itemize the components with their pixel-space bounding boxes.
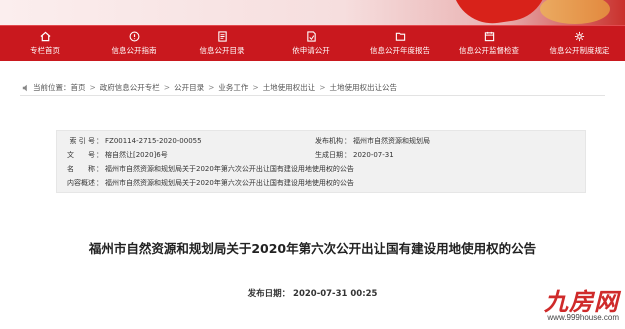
main-nav: 专栏首页 信息公开指南 信息公开目录 依申请公开 信息公开年度报告 信息公开监督… xyxy=(0,25,625,61)
nav-item-apply[interactable]: 依申请公开 xyxy=(266,26,356,61)
guide-icon xyxy=(129,31,139,42)
nav-item-regulation[interactable]: 信息公开制度规定 xyxy=(534,26,625,61)
nav-item-label: 信息公开监督检查 xyxy=(459,46,519,55)
article-title: 福州市自然资源和规划局关于2020年第六次公开出让国有建设用地使用权的公告 xyxy=(88,241,537,256)
publish-date-label: 发布日期： xyxy=(247,289,291,299)
watermark-url: www.999house.com xyxy=(547,313,619,322)
breadcrumb-separator: > xyxy=(163,83,171,92)
summary-label: 内容概述 xyxy=(67,178,95,187)
nav-item-label: 信息公开指南 xyxy=(111,46,157,55)
doc-value: 榕自然让[2020]6号 xyxy=(105,150,168,159)
info-row-doc-number: 文 号： 榕自然让[2020]6号 xyxy=(61,149,168,160)
info-row-org: 发布机构： 福州市自然资源和规划局 xyxy=(315,136,430,145)
breadcrumb-item-home[interactable]: 首页 xyxy=(71,82,86,93)
nav-item-catalog[interactable]: 信息公开目录 xyxy=(178,26,266,61)
nav-item-inspection[interactable]: 信息公开监督检查 xyxy=(444,26,534,61)
info-row-name: 名 称： 福州市自然资源和规划局关于2020年第六次公开出让国有建设用地使用权的… xyxy=(61,163,354,174)
name-value: 福州市自然资源和规划局关于2020年第六次公开出让国有建设用地使用权的公告 xyxy=(105,164,354,173)
watermark-logo: 九房网 xyxy=(544,287,619,316)
org-value: 福州市自然资源和规划局 xyxy=(353,136,430,145)
apply-icon xyxy=(306,31,316,42)
name-label: 名 称 xyxy=(67,164,95,173)
catalog-icon xyxy=(217,31,227,42)
speaker-icon xyxy=(22,84,27,91)
doc-info-box: 索 引 号： FZ00114-2715-2020-00055 发布机构： 福州市… xyxy=(56,130,586,193)
banner-glow-decoration xyxy=(540,0,610,24)
info-row-index: 索 引 号： FZ00114-2715-2020-00055 xyxy=(61,135,202,146)
nav-item-label: 依申请公开 xyxy=(292,46,330,55)
nav-item-label: 专栏首页 xyxy=(30,46,60,55)
breadcrumb-item-land-transfer[interactable]: 土地使用权出让 xyxy=(263,82,316,93)
nav-item-home[interactable]: 专栏首页 xyxy=(0,26,90,61)
summary-value: 福州市自然资源和规划局关于2020年第六次公开出让国有建设用地使用权的公告 xyxy=(105,178,354,187)
breadcrumb-separator: > xyxy=(89,83,96,92)
date-label: 生成日期 xyxy=(315,150,343,159)
nav-item-report[interactable]: 信息公开年度报告 xyxy=(356,26,444,61)
inspection-icon xyxy=(484,31,494,42)
nav-item-label: 信息公开目录 xyxy=(199,46,245,55)
nav-item-label: 信息公开制度规定 xyxy=(549,46,610,55)
breadcrumb-separator: > xyxy=(208,83,215,92)
nav-item-label: 信息公开年度报告 xyxy=(370,46,430,55)
date-value: 2020-07-31 xyxy=(353,150,394,159)
breadcrumb-item-catalog[interactable]: 公开目录 xyxy=(174,82,204,93)
watermark: 九房网 www.999house.com xyxy=(518,282,625,329)
breadcrumb-item-gov-info[interactable]: 政府信息公开专栏 xyxy=(100,82,160,93)
org-label: 发布机构 xyxy=(315,136,343,145)
breadcrumb-divider xyxy=(20,95,605,96)
index-label: 索 引 号 xyxy=(69,136,95,145)
breadcrumb-prefix: 当前位置： xyxy=(33,83,71,92)
breadcrumb-item-land-notice[interactable]: 土地使用权出让公告 xyxy=(329,82,397,93)
top-banner xyxy=(0,0,625,25)
doc-label: 文 号 xyxy=(67,150,95,159)
nav-item-guide[interactable]: 信息公开指南 xyxy=(90,26,178,61)
breadcrumb-separator: > xyxy=(252,83,259,92)
breadcrumb-item-business[interactable]: 业务工作 xyxy=(218,82,248,93)
publish-date-value: 2020-07-31 00:25 xyxy=(293,289,378,299)
info-row-summary: 内容概述： 福州市自然资源和规划局关于2020年第六次公开出让国有建设用地使用权… xyxy=(61,177,354,188)
flag-decoration xyxy=(452,0,553,25)
breadcrumb-separator: > xyxy=(319,83,326,92)
index-value: FZ00114-2715-2020-00055 xyxy=(105,136,202,145)
home-icon xyxy=(40,31,50,42)
report-icon xyxy=(395,32,405,41)
breadcrumb: 当前位置： 首页 > 政府信息公开专栏 > 公开目录 > 业务工作 > 土地使用… xyxy=(22,82,397,93)
info-row-date: 生成日期： 2020-07-31 xyxy=(315,150,394,159)
regulation-icon xyxy=(574,31,585,42)
